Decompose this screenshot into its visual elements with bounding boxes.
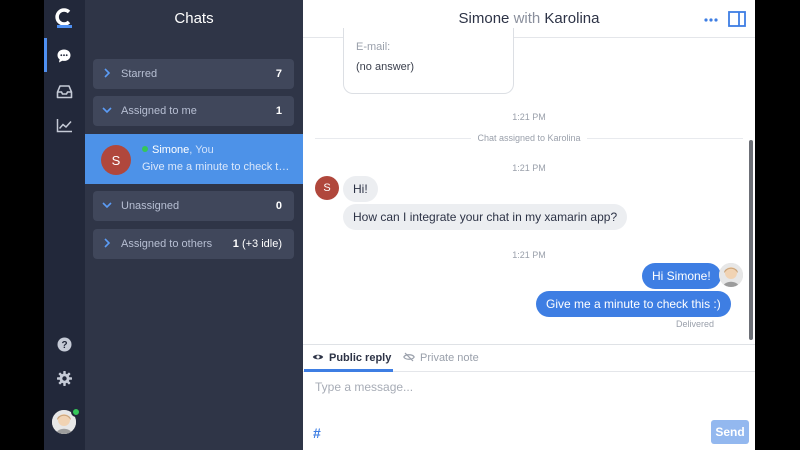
eye-icon — [312, 352, 324, 364]
group-label: Starred — [121, 68, 158, 80]
group-assigned-to-me[interactable]: Assigned to me 1 — [93, 96, 294, 126]
group-starred[interactable]: Starred 7 — [93, 59, 294, 89]
tab-public-label: Public reply — [329, 352, 392, 364]
hashtag-icon[interactable]: # — [313, 425, 321, 441]
svg-text:?: ? — [61, 340, 67, 351]
header-customer: Simone — [458, 10, 510, 27]
group-assigned-to-others[interactable]: Assigned to others 1 (+3 idle) — [93, 229, 294, 259]
tab-public-reply[interactable]: Public reply — [312, 351, 391, 365]
group-count: 0 — [275, 200, 282, 212]
group-count: 7 — [275, 68, 282, 80]
agent-message: Hi Simone! — [642, 263, 721, 289]
eye-off-icon — [403, 352, 415, 365]
chat-icon[interactable] — [55, 47, 73, 65]
chevron-down-icon — [93, 105, 121, 117]
settings-gear-icon[interactable] — [55, 369, 73, 387]
chat-list-title: Chats — [174, 10, 214, 27]
group-count: 1 (+3 idle) — [233, 238, 294, 250]
right-margin — [755, 0, 800, 450]
message-timestamp: 1:21 PM — [512, 112, 546, 122]
tab-private-note[interactable]: Private note — [403, 351, 479, 365]
header-agent: Karolina — [544, 10, 600, 27]
online-status-dot — [71, 407, 81, 417]
delivery-status: Delivered — [676, 319, 715, 329]
help-icon[interactable]: ? — [55, 335, 73, 353]
more-options-icon[interactable] — [702, 12, 720, 28]
message-input[interactable] — [315, 378, 735, 396]
customer-avatar: S — [101, 145, 131, 175]
chevron-down-icon — [93, 200, 121, 212]
system-message: Chat assigned to Karolina — [303, 133, 755, 143]
group-count: 1 — [275, 105, 282, 117]
scrollbar-thumb[interactable] — [749, 140, 753, 340]
chevron-right-icon — [93, 67, 121, 81]
agent-avatar — [719, 263, 743, 287]
group-label: Assigned to others — [121, 238, 213, 250]
customer-name: Simone — [152, 144, 190, 156]
form-field-value: (no answer) — [356, 61, 415, 73]
send-button[interactable]: Send — [711, 420, 749, 444]
reports-chart-icon[interactable] — [55, 116, 73, 134]
system-message-text: Chat assigned to Karolina — [471, 133, 587, 143]
customer-message: Hi! — [343, 176, 378, 202]
group-unassigned[interactable]: Unassigned 0 — [93, 191, 294, 221]
group-count-value: 1 — [232, 238, 239, 250]
rail-active-indicator — [44, 38, 47, 72]
header-with: with — [513, 10, 541, 27]
group-idle-count: (+3 idle) — [241, 238, 282, 250]
left-margin — [0, 0, 44, 450]
active-tab-underline — [304, 369, 393, 372]
customer-message-avatar: S — [315, 176, 339, 200]
inbox-icon[interactable] — [55, 82, 73, 100]
chat-item-you: , You — [189, 144, 214, 156]
agent-message: Give me a minute to check this :) — [536, 291, 731, 317]
group-label: Assigned to me — [121, 105, 197, 117]
c-logo-icon[interactable] — [55, 7, 75, 29]
chat-item-name: Simone, You — [142, 144, 214, 156]
message-timestamp: 1:21 PM — [512, 250, 546, 260]
customer-message: How can I integrate your chat in my xama… — [343, 204, 628, 230]
tab-private-label: Private note — [420, 352, 479, 364]
chat-item-preview: Give me a minute to check this :) — [142, 161, 294, 173]
group-label: Unassigned — [121, 200, 180, 212]
form-field-label: E-mail: — [356, 41, 391, 53]
chevron-right-icon — [93, 237, 121, 251]
online-dot — [142, 146, 148, 152]
message-timestamp: 1:21 PM — [512, 163, 546, 173]
toggle-sidebar-icon[interactable] — [728, 11, 746, 27]
app-window: ? Chats Starred 7 Assigned to me 1 S Sim… — [0, 0, 800, 450]
